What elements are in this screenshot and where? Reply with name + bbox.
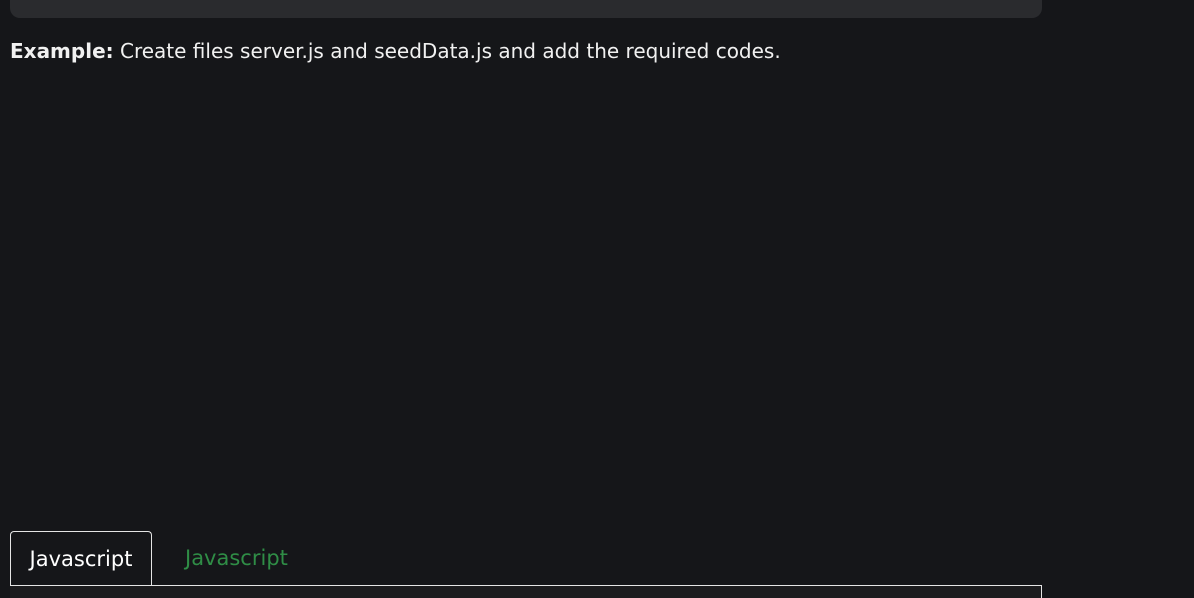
previous-content-block (10, 0, 1042, 18)
tab-javascript-active[interactable]: Javascript (10, 531, 152, 585)
tab-javascript[interactable]: Javascript (185, 531, 288, 585)
code-panel (10, 585, 1042, 598)
example-label: Example: (10, 39, 114, 63)
example-paragraph: Example: Create files server.js and seed… (10, 37, 781, 65)
page: Example: Create files server.js and seed… (0, 0, 1194, 598)
example-text: Create files server.js and seedData.js a… (113, 39, 781, 63)
